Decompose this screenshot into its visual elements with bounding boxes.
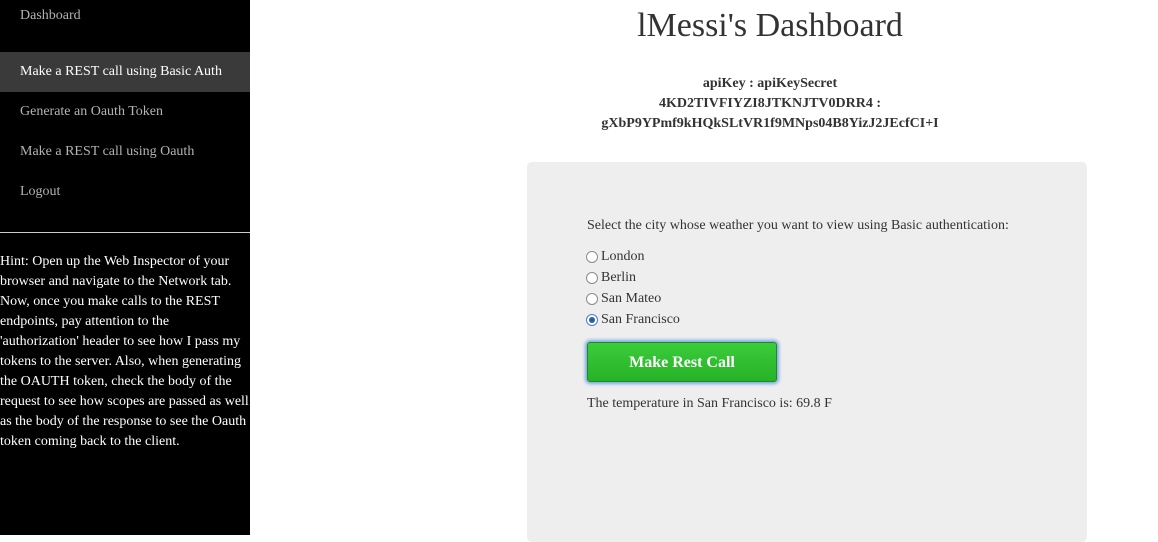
api-credentials: apiKey : apiKeySecret 4KD2TIVFIYZI8JTKNJ… xyxy=(540,74,1000,134)
city-option-berlin[interactable]: Berlin xyxy=(586,267,680,288)
sidebar-item-generate-oauth-token[interactable]: Generate an Oauth Token xyxy=(0,92,250,132)
sidebar-nav: Dashboard Make a REST call using Basic A… xyxy=(0,0,250,212)
city-option-san-mateo[interactable]: San Mateo xyxy=(586,288,680,309)
sidebar-item-dashboard[interactable]: Dashboard xyxy=(0,0,250,32)
radio-san-mateo[interactable] xyxy=(586,292,598,305)
weather-panel: Select the city whose weather you want t… xyxy=(527,162,1087,542)
sidebar-item-logout[interactable]: Logout xyxy=(0,172,250,212)
city-label-san-mateo: San Mateo xyxy=(601,290,662,306)
sidebar: Dashboard Make a REST call using Basic A… xyxy=(0,0,250,535)
api-credentials-label: apiKey : apiKeySecret xyxy=(702,76,838,91)
api-secret-value: gXbP9YPmf9kHQkSLtVR1f9MNps04B8YizJ2JEcfC… xyxy=(601,116,939,131)
sidebar-item-oauth-call[interactable]: Make a REST call using Oauth xyxy=(0,132,250,172)
temperature-result: The temperature in San Francisco is: 69.… xyxy=(587,396,832,411)
city-label-san-francisco: San Francisco xyxy=(601,311,680,327)
sidebar-divider xyxy=(0,232,250,233)
city-label-berlin: Berlin xyxy=(601,269,636,285)
city-radio-group: London Berlin San Mateo San Francisco xyxy=(586,246,680,330)
city-prompt: Select the city whose weather you want t… xyxy=(587,218,1009,233)
radio-berlin[interactable] xyxy=(586,271,598,284)
city-option-san-francisco[interactable]: San Francisco xyxy=(586,309,680,330)
make-rest-call-button[interactable]: Make Rest Call xyxy=(587,342,777,382)
city-label-london: London xyxy=(601,248,645,264)
page-title: lMessi's Dashboard xyxy=(637,7,903,44)
sidebar-item-basic-auth-call[interactable]: Make a REST call using Basic Auth xyxy=(0,52,250,92)
radio-london[interactable] xyxy=(586,250,598,263)
hint-text: Hint: Open up the Web Inspector of your … xyxy=(0,254,249,449)
api-key-value: 4KD2TIVFIYZI8JTKNJTV0DRR4 : xyxy=(658,96,882,111)
city-option-london[interactable]: London xyxy=(586,246,680,267)
radio-san-francisco[interactable] xyxy=(586,313,598,326)
